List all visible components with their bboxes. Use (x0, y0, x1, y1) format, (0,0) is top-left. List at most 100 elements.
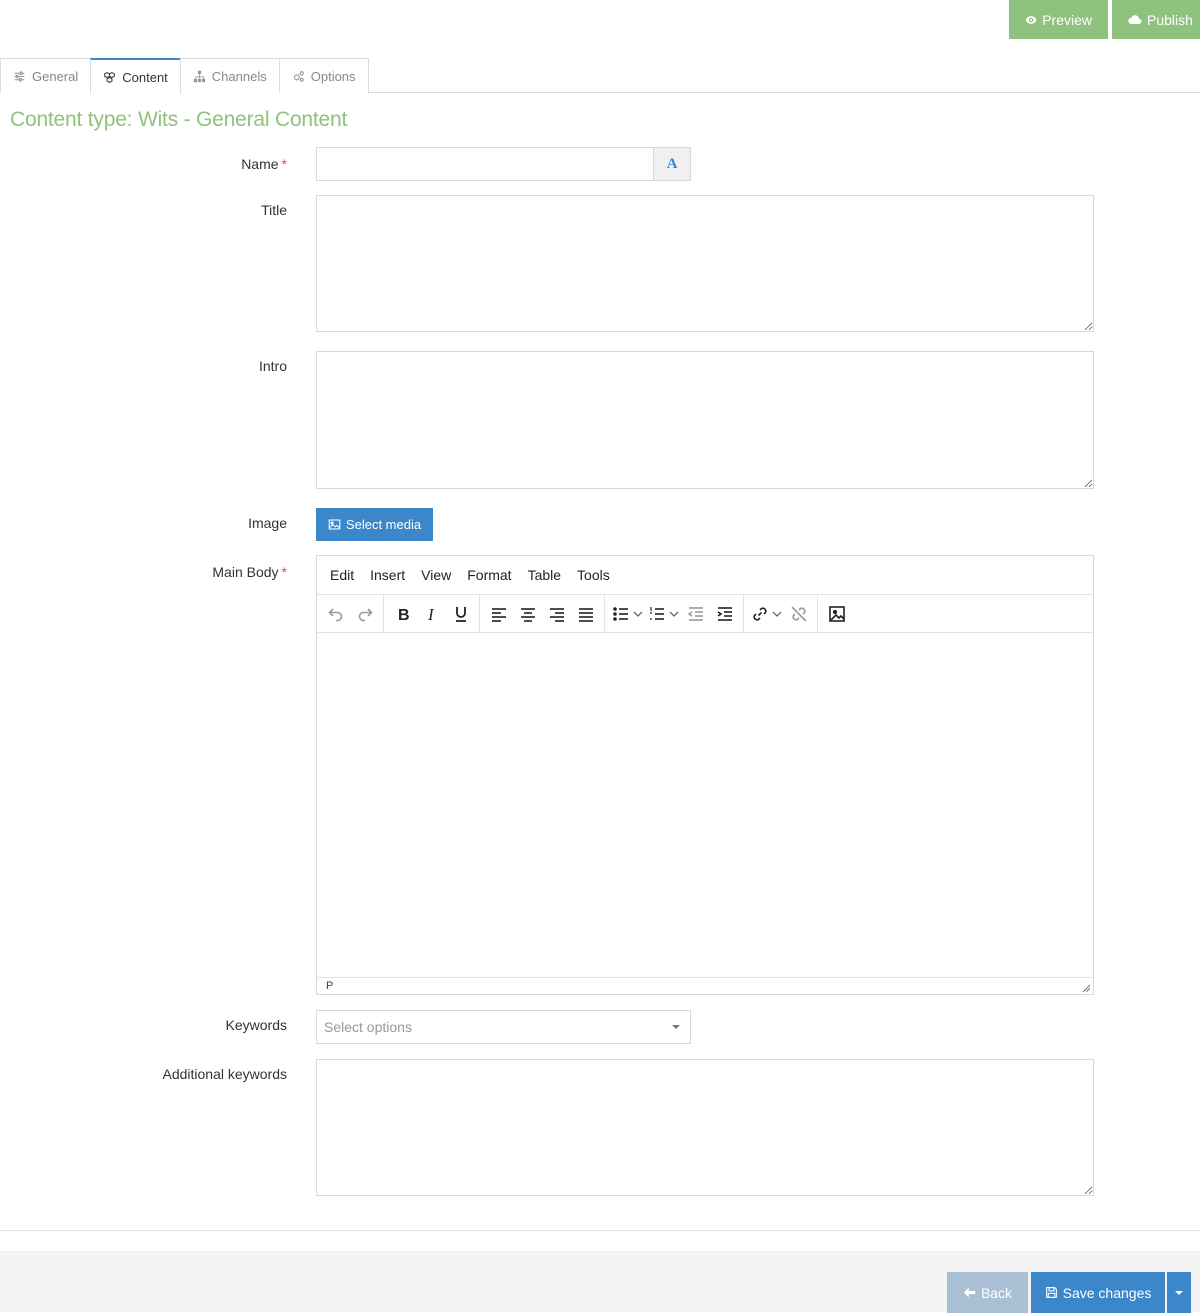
keywords-label: Keywords (225, 1017, 287, 1033)
align-justify-icon (578, 607, 593, 622)
bold-button[interactable]: B (388, 599, 417, 629)
outdent-icon (687, 606, 703, 621)
image-label: Image (248, 515, 287, 531)
name-label-text: Name (241, 156, 279, 172)
menu-table[interactable]: Table (520, 567, 569, 583)
tab-bar: General Content Channels Options (0, 58, 1200, 94)
svg-text:B: B (398, 607, 410, 624)
select-media-button[interactable]: Select media (316, 508, 433, 541)
caret-down-icon (672, 1025, 680, 1029)
intro-textarea[interactable] (316, 351, 1094, 489)
tab-general-label: General (32, 68, 79, 84)
tab-options-label: Options (310, 68, 356, 84)
name-input-group: A (316, 147, 691, 181)
tab-options[interactable]: Options (278, 58, 369, 93)
chevron-down-icon (772, 611, 782, 617)
intro-label: Intro (258, 358, 287, 374)
list-group (605, 594, 744, 633)
link-button[interactable] (748, 599, 784, 629)
bold-icon: B (398, 607, 410, 624)
align-right-icon (549, 607, 564, 622)
additional-keywords-textarea[interactable] (316, 1059, 1094, 1196)
media-group (818, 595, 855, 633)
name-input[interactable] (316, 147, 653, 181)
link-group (744, 594, 818, 633)
editor-toolbar: B I (317, 594, 1093, 633)
link-icon (753, 606, 767, 621)
unlink-button[interactable] (784, 599, 813, 629)
publish-button[interactable]: Publish (1112, 0, 1200, 39)
editor-body[interactable] (317, 633, 1093, 977)
menu-format[interactable]: Format (459, 567, 519, 583)
align-center-button[interactable] (513, 599, 542, 629)
undo-icon (327, 607, 342, 621)
chevron-down-icon (669, 611, 679, 617)
preview-label: Preview (1042, 11, 1092, 28)
main-body-label-text: Main Body (212, 564, 279, 580)
cloud-icon (1128, 14, 1142, 24)
rich-text-editor: Edit Insert View Format Table Tools B I (316, 555, 1094, 995)
required-marker: * (281, 564, 287, 580)
arrow-left-icon (963, 1287, 976, 1298)
bullet-list-icon (613, 606, 628, 621)
menu-edit[interactable]: Edit (322, 567, 362, 583)
form-divider (0, 1230, 1200, 1231)
format-group: B I (384, 594, 480, 633)
preview-button[interactable]: Preview (1009, 0, 1108, 39)
align-group (480, 594, 605, 633)
undo-button[interactable] (321, 599, 350, 629)
redo-button[interactable] (350, 599, 379, 629)
menu-tools[interactable]: Tools (569, 567, 618, 583)
top-actions: Preview Publish (1009, 0, 1200, 39)
align-left-button[interactable] (484, 599, 513, 629)
caret-down-icon (1175, 1290, 1183, 1295)
align-justify-button[interactable] (571, 599, 600, 629)
tab-channels-label: Channels (211, 68, 267, 84)
resize-grip-icon[interactable] (1081, 983, 1091, 993)
main-body-label: Main Body * (212, 564, 287, 580)
redo-icon (358, 607, 373, 621)
italic-icon: I (427, 605, 435, 624)
tab-channels[interactable]: Channels (179, 58, 280, 93)
align-center-icon (520, 607, 535, 622)
tab-general[interactable]: General (0, 58, 92, 93)
history-group (317, 594, 384, 633)
font-addon-icon[interactable]: A (653, 147, 691, 181)
unlink-icon (790, 605, 807, 622)
element-path[interactable]: P (326, 980, 333, 992)
tab-content[interactable]: Content (90, 58, 181, 94)
select-media-label: Select media (345, 517, 422, 532)
italic-button[interactable]: I (417, 599, 446, 629)
menu-view[interactable]: View (413, 567, 459, 583)
back-label: Back (980, 1284, 1013, 1301)
editor-menubar: Edit Insert View Format Table Tools (317, 556, 1093, 595)
indent-button[interactable] (710, 599, 739, 629)
insert-image-button[interactable] (822, 599, 851, 629)
outdent-button[interactable] (681, 599, 710, 629)
footer-bar: Back Save changes (0, 1251, 1200, 1313)
tab-content-label: Content (122, 69, 168, 85)
numbered-list-icon (650, 606, 664, 620)
sliders-icon (14, 71, 25, 81)
save-changes-button[interactable]: Save changes (1031, 1272, 1165, 1313)
name-label: Name * (241, 156, 287, 172)
bullet-list-button[interactable] (609, 599, 645, 629)
required-marker: * (281, 156, 287, 172)
svg-text:I: I (427, 605, 435, 624)
back-button[interactable]: Back (947, 1272, 1028, 1313)
save-options-dropdown[interactable] (1167, 1272, 1191, 1313)
font-addon-glyph: A (666, 155, 678, 172)
chevron-down-icon (633, 611, 643, 617)
cubes-icon (104, 71, 116, 83)
underline-button[interactable] (446, 599, 475, 629)
numbered-list-button[interactable] (645, 599, 681, 629)
sitemap-icon (193, 70, 205, 82)
image-icon (328, 519, 341, 530)
insert-image-icon (828, 605, 845, 622)
align-right-button[interactable] (542, 599, 571, 629)
page-title: Content type: Wits - General Content (10, 108, 348, 131)
menu-insert[interactable]: Insert (362, 567, 413, 583)
keywords-select[interactable]: Select options (316, 1010, 691, 1044)
title-textarea[interactable] (316, 195, 1094, 332)
gears-icon (293, 70, 304, 82)
